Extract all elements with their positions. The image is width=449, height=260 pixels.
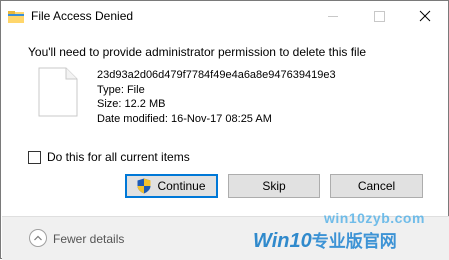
continue-button[interactable]: Continue xyxy=(125,174,218,198)
blank-file-icon xyxy=(38,67,78,117)
watermark-logo-latin: Win10 xyxy=(253,230,312,252)
watermark-logo-cn: 专业版官网 xyxy=(311,232,397,251)
file-name: 23d93a2d06d479f7784f49e4a6a8e947639419e3 xyxy=(97,69,336,81)
apply-to-all-checkbox[interactable] xyxy=(28,151,41,164)
cancel-button[interactable]: Cancel xyxy=(330,174,423,198)
close-button[interactable] xyxy=(402,1,448,32)
uac-shield-icon xyxy=(137,178,151,194)
maximize-button[interactable] xyxy=(356,1,402,32)
file-access-denied-dialog: File Access Denied You'll need to provid… xyxy=(0,0,449,260)
minimize-button[interactable] xyxy=(310,1,356,32)
close-icon xyxy=(419,10,431,22)
apply-to-all-label[interactable]: Do this for all current items xyxy=(47,150,190,164)
chevron-up-icon[interactable] xyxy=(29,229,47,247)
permission-message: You'll need to provide administrator per… xyxy=(28,45,367,59)
file-size: Size: 12.2 MB xyxy=(97,98,166,110)
maximize-icon xyxy=(374,11,385,22)
title-bar[interactable]: File Access Denied xyxy=(1,1,448,32)
continue-label: Continue xyxy=(157,179,206,193)
file-type: Type: File xyxy=(97,83,145,96)
skip-button[interactable]: Skip xyxy=(228,174,320,198)
file-details: 23d93a2d06d479f7784f49e4a6a8e947639419e3… xyxy=(97,68,336,126)
watermark-url: win10zyb.com xyxy=(324,210,425,226)
fewer-details-label[interactable]: Fewer details xyxy=(53,232,124,246)
file-date-modified: Date modified: 16-Nov-17 08:25 AM xyxy=(97,112,272,125)
file-explorer-icon xyxy=(8,10,24,23)
window-title: File Access Denied xyxy=(31,9,134,23)
watermark-logo: Win10专业版官网 xyxy=(253,227,397,253)
minimize-icon xyxy=(328,16,338,17)
